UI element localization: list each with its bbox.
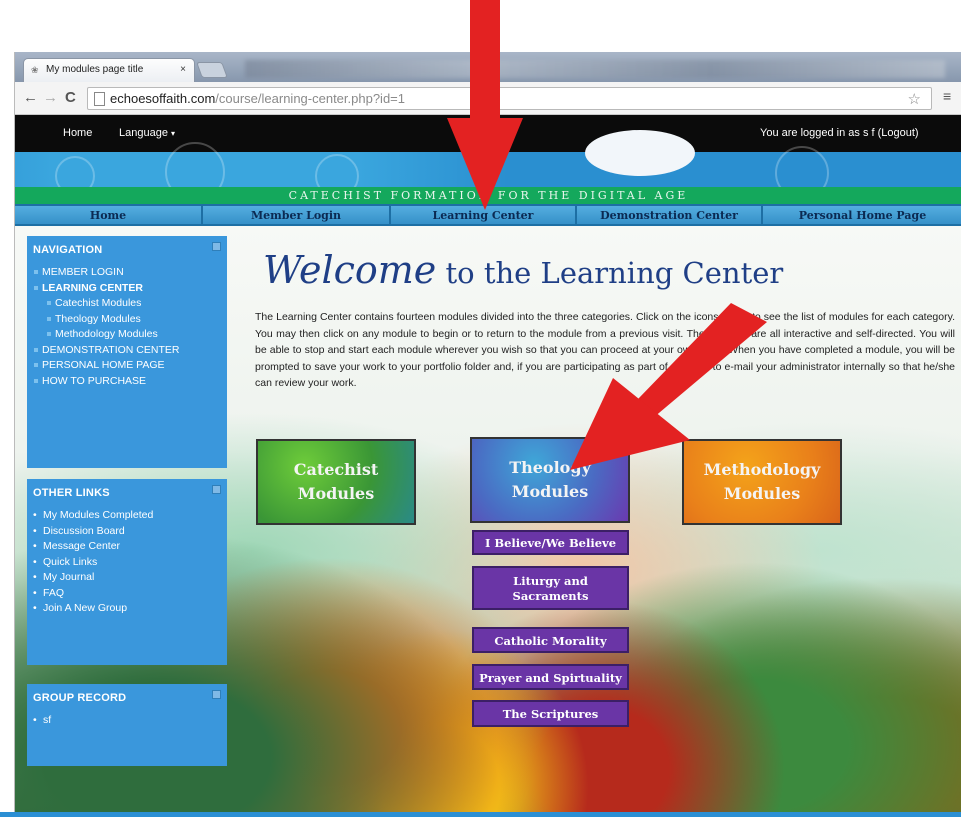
down-arrow-icon — [447, 0, 523, 210]
annotation-arrows — [447, 0, 767, 470]
diagonal-arrow-icon — [570, 303, 767, 470]
screenshot-stage: ❀ My modules page title × ← → C echoesof… — [0, 0, 961, 817]
bottom-edge — [0, 812, 961, 817]
